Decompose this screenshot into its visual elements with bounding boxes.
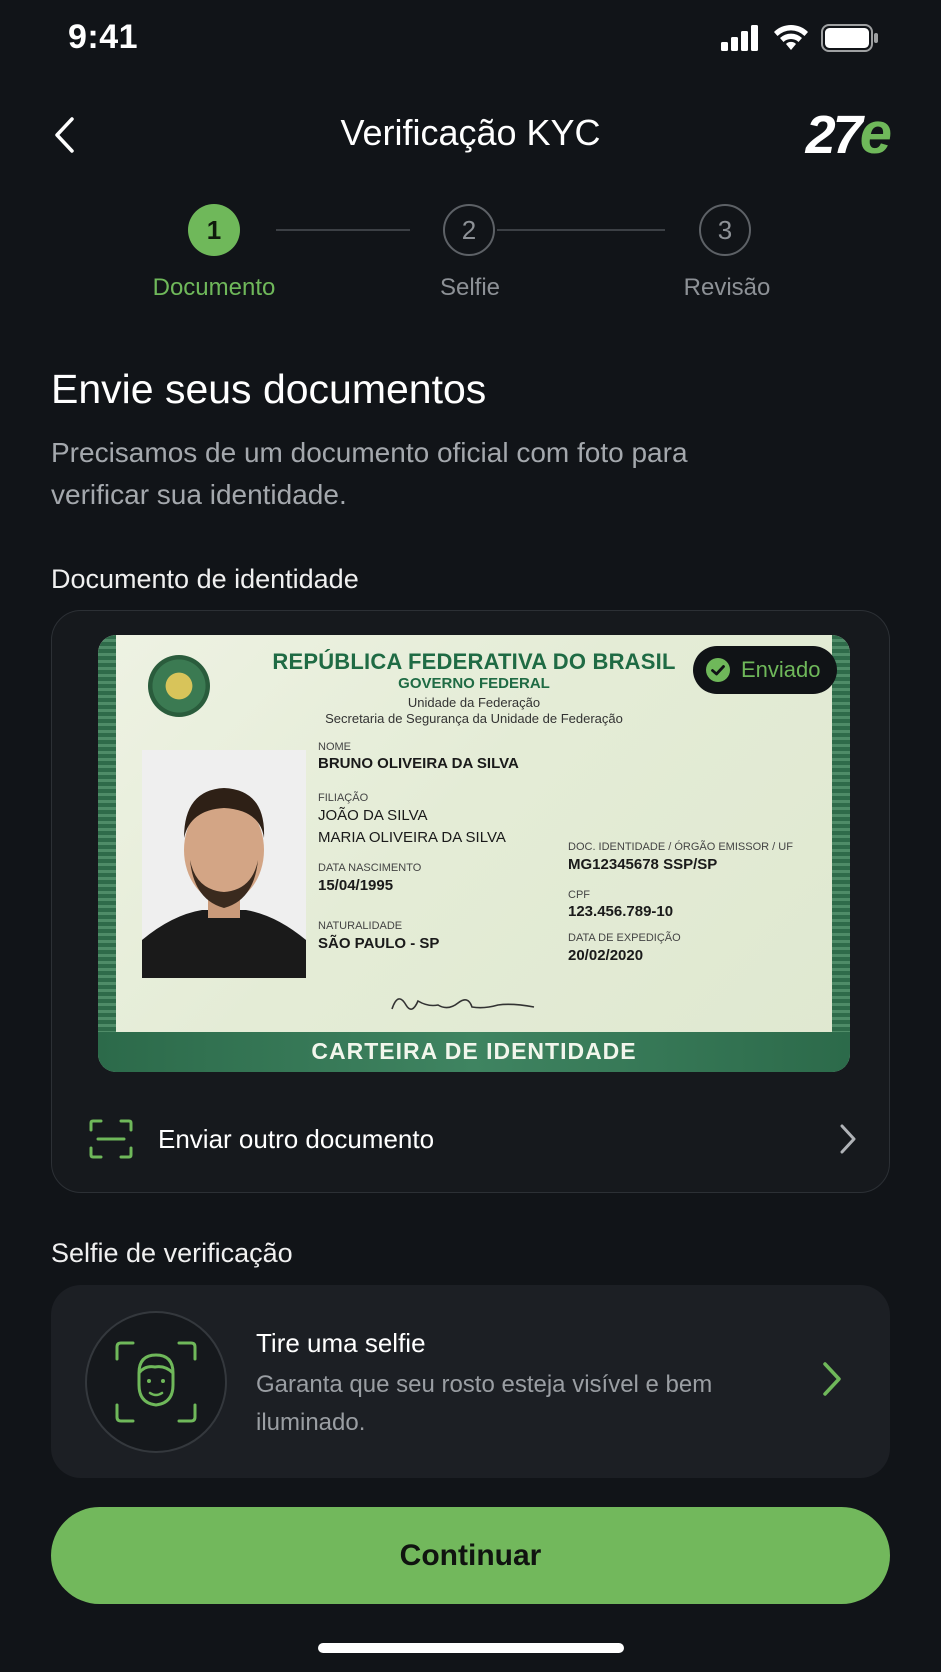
id-card-unit: Unidade da Federação bbox=[407, 695, 541, 710]
face-scan-icon bbox=[115, 1341, 197, 1423]
status-badge: Enviado bbox=[693, 646, 837, 694]
id-origin-label: NATURALIDADE bbox=[318, 920, 403, 932]
battery-icon bbox=[821, 24, 878, 52]
selfie-title: Tire uma selfie bbox=[256, 1328, 426, 1358]
document-section-label: Documento de identidade bbox=[51, 564, 359, 594]
id-birth-value: 15/04/1995 bbox=[318, 877, 394, 894]
id-card-secretariat: Secretaria de Segurança da Unidade de Fe… bbox=[325, 711, 623, 726]
id-origin-value: SÃO PAULO - SP bbox=[318, 935, 440, 952]
step-connector-2 bbox=[497, 229, 665, 231]
send-another-document-button[interactable]: Enviar outro documento bbox=[88, 1114, 858, 1164]
id-doc-value: MG12345678 SSP/SP bbox=[568, 856, 718, 873]
check-circle-icon bbox=[706, 658, 730, 682]
signature-image bbox=[391, 998, 535, 1010]
selfie-chevron[interactable] bbox=[820, 1360, 844, 1403]
brand-logo: 27 e bbox=[805, 100, 892, 167]
wifi-icon bbox=[774, 24, 808, 50]
status-icons bbox=[721, 24, 879, 52]
id-birth-label: DATA NASCIMENTO bbox=[318, 862, 422, 874]
id-cpf-value: 123.456.789-10 bbox=[568, 903, 674, 920]
step-2-circle: 2 bbox=[443, 204, 495, 256]
home-indicator bbox=[318, 1643, 624, 1653]
id-issue-label: DATA DE EXPEDIÇÃO bbox=[568, 932, 681, 944]
logo-letter: e bbox=[859, 101, 892, 166]
signal-icon bbox=[721, 25, 758, 51]
step-1-label: Documento bbox=[152, 274, 276, 301]
selfie-section-label: Selfie de verificação bbox=[51, 1238, 293, 1268]
chevron-right-icon bbox=[823, 1362, 841, 1396]
id-issue-value: 20/02/2020 bbox=[568, 947, 644, 964]
page-title: Verificação KYC bbox=[340, 112, 601, 153]
id-name-label: NOME bbox=[318, 741, 351, 753]
id-filiation-label: FILIAÇÃO bbox=[318, 792, 369, 804]
chevron-right-icon bbox=[840, 1124, 856, 1154]
status-badge-label: Enviado bbox=[741, 657, 821, 682]
selfie-icon-container bbox=[85, 1311, 227, 1453]
step-1-circle: 1 bbox=[188, 204, 240, 256]
selfie-description: Garanta que seu rosto esteja visível e b… bbox=[256, 1371, 713, 1436]
id-father-value: JOÃO DA SILVA bbox=[318, 807, 428, 824]
id-cpf-label: CPF bbox=[568, 889, 590, 901]
logo-number: 27 bbox=[805, 105, 863, 165]
section-heading: Envie seus documentos bbox=[51, 366, 487, 412]
id-photo bbox=[142, 750, 306, 978]
step-3-label: Revisão bbox=[683, 274, 771, 301]
continue-button-label: Continuar bbox=[399, 1538, 542, 1572]
step-2-label: Selfie bbox=[439, 274, 501, 301]
id-doc-label: DOC. IDENTIDADE / ÓRGÃO EMISSOR / UF bbox=[568, 841, 793, 853]
scan-icon bbox=[89, 1119, 133, 1159]
step-3-circle: 3 bbox=[699, 204, 751, 256]
status-time: 9:41 bbox=[68, 18, 139, 56]
continue-button[interactable]: Continuar bbox=[51, 1507, 890, 1604]
id-card-footer: CARTEIRA DE IDENTIDADE bbox=[311, 1038, 637, 1064]
id-card-image[interactable]: REPÚBLICA FEDERATIVA DO BRASIL GOVERNO F… bbox=[98, 635, 850, 1072]
step-connector-1 bbox=[276, 229, 410, 231]
section-description: Precisamos de um documento oficial com f… bbox=[51, 437, 688, 510]
id-mother-value: MARIA OLIVEIRA DA SILVA bbox=[318, 829, 506, 846]
person-portrait-icon bbox=[142, 750, 306, 978]
send-another-document-label: Enviar outro documento bbox=[158, 1123, 435, 1154]
id-name-value: BRUNO OLIVEIRA DA SILVA bbox=[318, 755, 519, 772]
